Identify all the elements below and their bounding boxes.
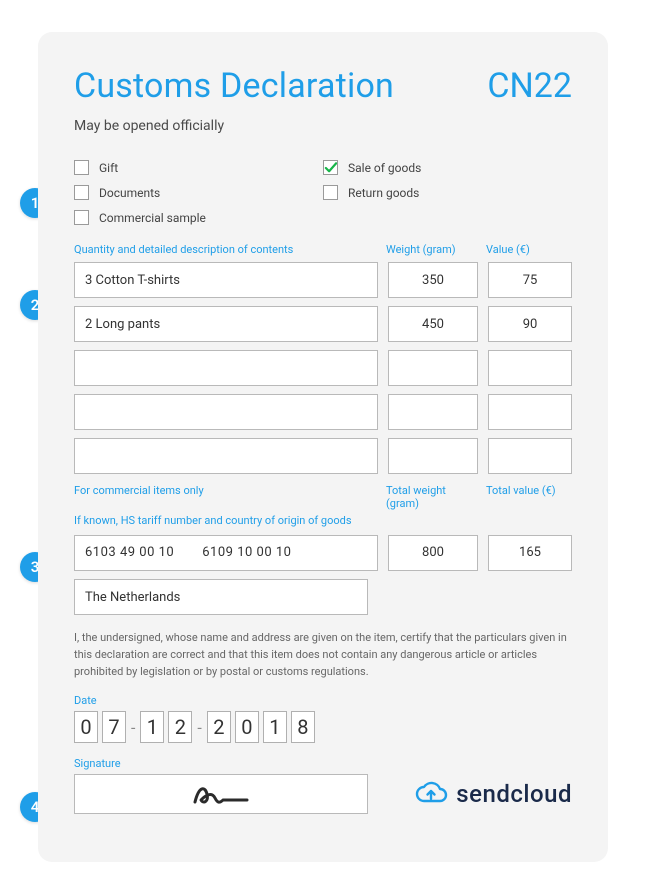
item-weight-input[interactable] <box>388 306 478 342</box>
checkbox-icon <box>74 160 89 175</box>
brand-name: sendcloud <box>456 780 572 808</box>
signature-row: sendcloud <box>74 774 572 814</box>
item-description-input[interactable] <box>74 438 378 474</box>
item-row <box>74 394 572 430</box>
date-digit[interactable]: 2 <box>207 711 231 743</box>
item-description-input[interactable] <box>74 306 378 342</box>
hs-code-1: 6103 49 00 10 <box>85 545 174 560</box>
declaration-card: Customs Declaration CN22 May be opened o… <box>38 32 608 862</box>
date-digit[interactable]: 8 <box>291 711 315 743</box>
cloud-icon <box>414 781 448 807</box>
item-value-input[interactable] <box>488 394 572 430</box>
item-row <box>74 306 572 342</box>
date-digit[interactable]: 0 <box>235 711 259 743</box>
option-label: Commercial sample <box>99 211 206 225</box>
total-value-box: 165 <box>488 535 572 571</box>
total-weight-box: 800 <box>388 535 478 571</box>
checkbox-icon <box>323 160 338 175</box>
option-label: Gift <box>99 161 118 175</box>
item-row <box>74 350 572 386</box>
option-gift[interactable]: Gift <box>74 160 323 175</box>
total-weight-label: Total weight (gram) <box>378 484 478 510</box>
hs-tariff-input[interactable]: 6103 49 00 10 6109 10 00 10 <box>74 535 378 571</box>
date-digit[interactable]: 1 <box>140 711 164 743</box>
header-row: Customs Declaration CN22 <box>74 66 572 106</box>
item-weight-input[interactable] <box>388 350 478 386</box>
item-description-input[interactable] <box>74 394 378 430</box>
subtitle: May be opened officially <box>74 118 572 134</box>
date-separator: - <box>130 718 136 737</box>
form-code: CN22 <box>487 66 572 106</box>
commercial-only-label: For commercial items only <box>74 484 378 510</box>
item-weight-input[interactable] <box>388 262 478 298</box>
items-column-labels: Quantity and detailed description of con… <box>74 243 572 256</box>
signature-icon <box>191 780 251 808</box>
items-rows <box>74 262 572 474</box>
item-description-input[interactable] <box>74 262 378 298</box>
item-value-input[interactable] <box>488 350 572 386</box>
option-label: Documents <box>99 186 160 200</box>
total-value-label: Total value (€) <box>478 484 572 510</box>
signature-box[interactable] <box>74 774 368 814</box>
checkbox-icon <box>74 210 89 225</box>
hs-total-row: 6103 49 00 10 6109 10 00 10 800 165 <box>74 535 572 571</box>
date-label: Date <box>74 694 572 707</box>
hs-label: If known, HS tariff number and country o… <box>74 514 572 527</box>
date-boxes: 0 7 - 1 2 - 2 0 1 8 <box>74 711 572 743</box>
checkbox-icon <box>323 185 338 200</box>
item-value-input[interactable] <box>488 262 572 298</box>
option-documents[interactable]: Documents <box>74 185 323 200</box>
item-description-input[interactable] <box>74 350 378 386</box>
col-label-value: Value (€) <box>478 243 572 256</box>
hs-code-2: 6109 10 00 10 <box>202 545 291 560</box>
item-value-input[interactable] <box>488 306 572 342</box>
signature-label: Signature <box>74 757 572 770</box>
item-weight-input[interactable] <box>388 438 478 474</box>
option-commercial-sample[interactable]: Commercial sample <box>74 210 323 225</box>
col-label-description: Quantity and detailed description of con… <box>74 243 378 256</box>
item-row <box>74 262 572 298</box>
item-value-input[interactable] <box>488 438 572 474</box>
country-of-origin-input[interactable] <box>74 579 368 615</box>
item-weight-input[interactable] <box>388 394 478 430</box>
col-label-weight: Weight (gram) <box>378 243 478 256</box>
option-label: Sale of goods <box>348 161 421 175</box>
certification-text: I, the undersigned, whose name and addre… <box>74 629 572 680</box>
option-label: Return goods <box>348 186 419 200</box>
type-options: Gift Sale of goods Documents Return good… <box>74 160 572 225</box>
checkbox-icon <box>74 185 89 200</box>
date-separator: - <box>196 718 202 737</box>
date-digit[interactable]: 1 <box>263 711 287 743</box>
brand-logo: sendcloud <box>414 780 572 808</box>
option-return-goods[interactable]: Return goods <box>323 185 572 200</box>
commercial-labels: For commercial items only Total weight (… <box>74 484 572 510</box>
item-row <box>74 438 572 474</box>
option-sale-of-goods[interactable]: Sale of goods <box>323 160 572 175</box>
page-title: Customs Declaration <box>74 66 394 106</box>
date-digit[interactable]: 7 <box>102 711 126 743</box>
date-digit[interactable]: 2 <box>168 711 192 743</box>
date-digit[interactable]: 0 <box>74 711 98 743</box>
